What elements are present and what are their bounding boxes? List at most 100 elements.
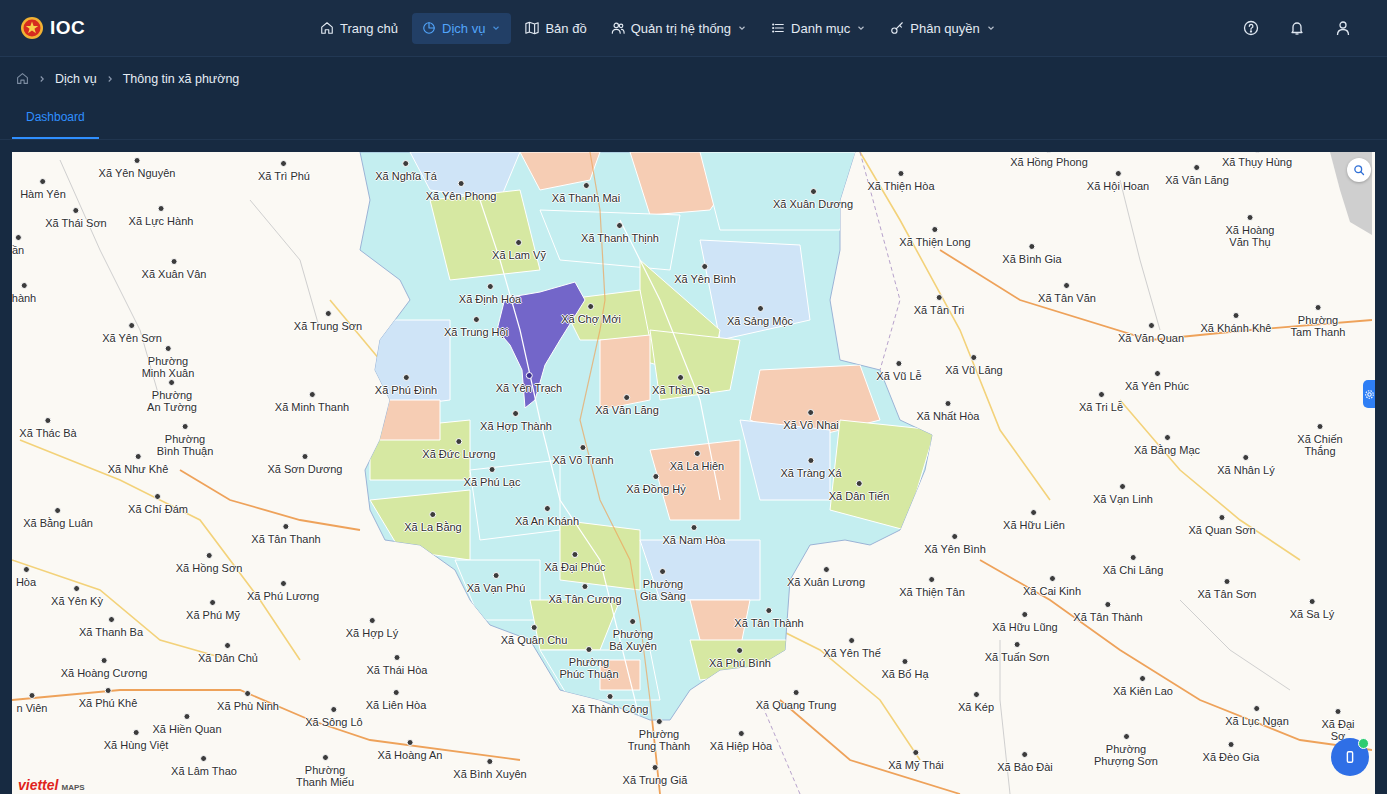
place-dot[interactable]	[606, 693, 613, 700]
chat-button[interactable]	[1331, 738, 1369, 776]
place-label[interactable]: Xã Cai Kinh	[1023, 585, 1081, 597]
map-place[interactable]: Xã Tân Thành	[734, 607, 803, 629]
map-place[interactable]: Xã Chi Lăng	[1103, 554, 1164, 576]
map-place[interactable]: Xã Hoàng Văn Thụ	[1226, 214, 1275, 248]
place-dot[interactable]	[823, 566, 830, 573]
place-label[interactable]: Xã Vũ Lễ	[876, 370, 921, 382]
place-dot[interactable]	[325, 310, 332, 317]
place-dot[interactable]	[322, 754, 329, 761]
map-place[interactable]: Xã Vạn Phú	[467, 572, 526, 594]
place-dot[interactable]	[244, 690, 251, 697]
commune-area[interactable]	[830, 420, 935, 530]
map-place[interactable]: Phường Tam Thanh	[1291, 304, 1346, 338]
place-dot[interactable]	[40, 178, 47, 185]
place-dot[interactable]	[1317, 423, 1324, 430]
map-place[interactable]: Xã Tràng Xá	[780, 457, 841, 479]
place-label[interactable]: Phường An Tường	[147, 389, 197, 413]
place-dot[interactable]	[895, 360, 902, 367]
map-place[interactable]: Xã Phù Ninh	[217, 690, 279, 712]
place-label[interactable]: Phường Thanh Miếu	[296, 764, 354, 788]
map-place[interactable]: Xã Phú Đình	[375, 374, 437, 396]
place-label[interactable]: Phường Tam Thanh	[1291, 314, 1346, 338]
place-label[interactable]: Xã Tân Thành	[734, 617, 803, 629]
place-label[interactable]: Xã Yên Sơn	[102, 332, 162, 344]
place-dot[interactable]	[1022, 611, 1029, 618]
map-place[interactable]: Xã Đức Lương	[422, 438, 495, 460]
map-place[interactable]: Xã Chí Đám	[128, 493, 188, 515]
place-label[interactable]: Xã Yên Phong	[426, 190, 497, 202]
home-icon[interactable]	[16, 72, 29, 85]
place-dot[interactable]	[74, 585, 81, 592]
map-place[interactable]: Xã Võ Tranh	[552, 444, 613, 466]
map-place[interactable]: Xã Tân Thanh	[251, 523, 320, 545]
place-label[interactable]: Xã Hiệp Hòa	[710, 740, 772, 752]
map-place[interactable]: Xã Trung Sơn	[294, 310, 362, 332]
menu-item[interactable]: Phân quyền	[880, 13, 1005, 44]
place-dot[interactable]	[157, 205, 164, 212]
map-place[interactable]: Xã Tân Cương	[548, 583, 621, 605]
place-label[interactable]: Xã Lực Hành	[129, 215, 194, 227]
place-label[interactable]: Xã Xuân Vân	[142, 268, 207, 280]
place-dot[interactable]	[45, 417, 52, 424]
place-dot[interactable]	[1254, 152, 1261, 153]
place-dot[interactable]	[1104, 601, 1111, 608]
place-label[interactable]: Xã Phú Mỹ	[186, 609, 240, 621]
map-place[interactable]: Xã Minh Thanh	[275, 391, 349, 413]
place-dot[interactable]	[653, 473, 660, 480]
place-label[interactable]: Xã Quan Sơn	[1188, 524, 1255, 536]
map-place[interactable]: Xã Yên Phúc	[1125, 370, 1189, 392]
map-place[interactable]: Xã Thần Sa	[652, 374, 710, 396]
commune-area[interactable]	[650, 330, 740, 400]
map-place[interactable]: Xã Bằng Mạc	[1134, 434, 1200, 456]
place-label[interactable]: Xã Hoàng Văn Thụ	[1226, 224, 1275, 248]
map-place[interactable]: Xã Xuân Vân	[142, 258, 207, 280]
place-label[interactable]: Xã Nam Hòa	[663, 534, 726, 546]
place-dot[interactable]	[20, 282, 27, 289]
place-dot[interactable]	[128, 322, 135, 329]
map-place[interactable]: Xã Yên Nguyên	[99, 157, 176, 179]
place-label[interactable]: Xã Bình Xuyên	[453, 768, 526, 780]
user-icon[interactable]	[1335, 20, 1351, 36]
tab[interactable]: Dashboard	[12, 100, 99, 139]
place-label[interactable]: Xã Trì Phú	[258, 170, 310, 182]
place-dot[interactable]	[629, 618, 636, 625]
settings-button[interactable]	[1363, 380, 1375, 408]
map-place[interactable]: Phường Minh Xuân	[142, 345, 195, 379]
place-dot[interactable]	[848, 637, 855, 644]
place-label[interactable]: Xã Yên Nguyên	[99, 167, 176, 179]
commune-area[interactable]	[370, 490, 470, 560]
place-dot[interactable]	[392, 689, 399, 696]
map-place[interactable]: Xã La Hiên	[670, 450, 724, 472]
map-place[interactable]: Xã Yên Sơn	[102, 322, 162, 344]
place-label[interactable]: Xã Yên Trạch	[496, 382, 562, 394]
place-label[interactable]: Xã La Hiên	[670, 460, 724, 472]
brand-logo[interactable]: IOC	[20, 16, 310, 40]
place-dot[interactable]	[656, 718, 663, 725]
place-dot[interactable]	[133, 157, 140, 164]
place-label[interactable]: Xã Sơn Dương	[268, 463, 343, 475]
place-dot[interactable]	[493, 572, 500, 579]
place-label[interactable]: Xã Liên Hòa	[366, 699, 427, 711]
map-place[interactable]: Phường Phượng Sơn	[1094, 733, 1158, 767]
map-place[interactable]: Xã Yên Bình	[674, 263, 736, 285]
place-dot[interactable]	[171, 258, 178, 265]
place-dot[interactable]	[1314, 304, 1321, 311]
place-label[interactable]: Xã Thanh Ba	[79, 626, 143, 638]
map-place[interactable]: Xã Bình Xuyên	[453, 758, 526, 780]
place-dot[interactable]	[105, 687, 112, 694]
place-dot[interactable]	[808, 409, 815, 416]
breadcrumb-item[interactable]: Thông tin xã phường	[123, 72, 240, 86]
map-place[interactable]: Phường An Tường	[147, 379, 197, 413]
place-dot[interactable]	[1194, 164, 1201, 171]
place-label[interactable]: Xã Tân Văn	[1038, 292, 1096, 304]
map-place[interactable]: Xã Hợp Lý	[346, 617, 398, 639]
map-place[interactable]: Xã Chợ Mới	[561, 303, 621, 325]
place-dot[interactable]	[651, 764, 658, 771]
map-place[interactable]: Xã Lực Hành	[129, 205, 194, 227]
map-place[interactable]: Xã Trung Giã	[623, 764, 688, 786]
place-dot[interactable]	[1219, 514, 1226, 521]
place-label[interactable]: Xã Đồng Hỷ	[626, 483, 685, 495]
map-place[interactable]: Xã Khánh Khê	[1201, 312, 1272, 334]
place-dot[interactable]	[1148, 322, 1155, 329]
place-dot[interactable]	[902, 658, 909, 665]
